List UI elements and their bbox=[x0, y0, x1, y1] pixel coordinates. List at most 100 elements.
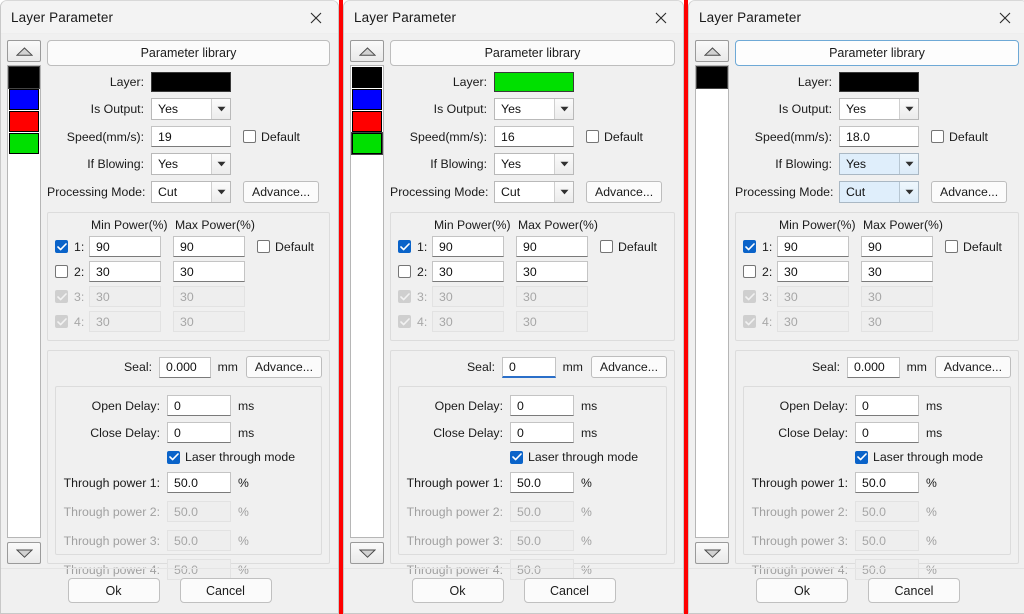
power-default-checkbox[interactable] bbox=[945, 240, 958, 253]
processing-mode-advance-button[interactable]: Advance... bbox=[243, 181, 320, 203]
min-power-input[interactable]: 90 bbox=[89, 236, 161, 257]
max-power-input[interactable]: 30 bbox=[861, 261, 933, 282]
chevron-down-icon[interactable] bbox=[554, 154, 573, 174]
max-power-input[interactable]: 30 bbox=[173, 261, 245, 282]
min-power-input[interactable]: 30 bbox=[432, 261, 504, 282]
processing-mode-select[interactable]: Cut bbox=[494, 181, 574, 203]
chevron-down-icon[interactable] bbox=[211, 154, 230, 174]
power-default-checkbox-wrap[interactable]: Default bbox=[945, 240, 1002, 254]
scroll-down-arrow-icon[interactable] bbox=[350, 542, 384, 564]
laser-through-checkbox-wrap[interactable]: Laser through mode bbox=[855, 450, 983, 464]
power-default-checkbox-wrap[interactable]: Default bbox=[257, 240, 314, 254]
close-delay-input[interactable]: 0 bbox=[167, 422, 231, 443]
power-row-checkbox[interactable] bbox=[743, 240, 756, 253]
if-blowing-select[interactable]: Yes bbox=[151, 153, 231, 175]
layer-color-swatch[interactable] bbox=[352, 89, 382, 110]
layer-color-preview[interactable] bbox=[494, 72, 574, 92]
layer-color-preview[interactable] bbox=[839, 72, 919, 92]
layer-color-swatch[interactable] bbox=[352, 111, 382, 132]
seal-advance-button[interactable]: Advance... bbox=[245, 356, 322, 378]
processing-mode-advance-button[interactable]: Advance... bbox=[931, 181, 1008, 203]
speed-default-checkbox-wrap[interactable]: Default bbox=[586, 130, 643, 144]
power-row-checkbox[interactable] bbox=[398, 240, 411, 253]
chevron-down-icon[interactable] bbox=[899, 154, 918, 174]
seal-input[interactable]: 0.000 bbox=[847, 356, 900, 378]
seal-input[interactable]: 0.000 bbox=[159, 356, 211, 378]
open-delay-input[interactable]: 0 bbox=[510, 395, 574, 416]
speed-default-checkbox-wrap[interactable]: Default bbox=[243, 130, 300, 144]
chevron-down-icon[interactable] bbox=[211, 99, 230, 119]
layer-color-swatch[interactable] bbox=[351, 132, 383, 155]
laser-through-checkbox[interactable] bbox=[510, 450, 523, 464]
ok-button[interactable]: Ok bbox=[411, 578, 504, 603]
processing-mode-advance-button[interactable]: Advance... bbox=[586, 181, 663, 203]
cancel-button[interactable]: Cancel bbox=[523, 578, 616, 603]
power-row-checkbox[interactable] bbox=[743, 265, 756, 278]
min-power-input[interactable]: 30 bbox=[89, 261, 161, 282]
layer-color-swatch[interactable] bbox=[352, 67, 382, 88]
parameter-library-button[interactable]: Parameter library bbox=[390, 40, 675, 66]
laser-through-checkbox-wrap[interactable]: Laser through mode bbox=[510, 450, 638, 464]
max-power-input[interactable]: 90 bbox=[173, 236, 245, 257]
max-power-input[interactable]: 90 bbox=[861, 236, 933, 257]
if-blowing-select[interactable]: Yes bbox=[839, 153, 919, 175]
speed-input[interactable]: 16 bbox=[494, 126, 574, 147]
layer-color-list[interactable] bbox=[350, 65, 384, 538]
speed-input[interactable]: 18.0 bbox=[839, 126, 919, 147]
seal-advance-button[interactable]: Advance... bbox=[934, 356, 1011, 378]
if-blowing-select[interactable]: Yes bbox=[494, 153, 574, 175]
ok-button[interactable]: Ok bbox=[756, 578, 848, 603]
parameter-library-button[interactable]: Parameter library bbox=[47, 40, 330, 66]
is-output-select[interactable]: Yes bbox=[839, 98, 919, 120]
max-power-input[interactable]: 30 bbox=[516, 261, 588, 282]
speed-default-checkbox[interactable] bbox=[243, 130, 256, 143]
layer-color-preview[interactable] bbox=[151, 72, 231, 92]
min-power-input[interactable]: 90 bbox=[432, 236, 504, 257]
layer-color-swatch[interactable] bbox=[9, 111, 39, 132]
scroll-down-arrow-icon[interactable] bbox=[7, 542, 41, 564]
close-delay-input[interactable]: 0 bbox=[510, 422, 574, 443]
power-default-checkbox-wrap[interactable]: Default bbox=[600, 240, 657, 254]
close-icon[interactable] bbox=[639, 1, 683, 34]
cancel-button[interactable]: Cancel bbox=[179, 578, 272, 603]
seal-advance-button[interactable]: Advance... bbox=[590, 356, 667, 378]
layer-color-swatch[interactable] bbox=[9, 89, 39, 110]
laser-through-checkbox-wrap[interactable]: Laser through mode bbox=[167, 450, 295, 464]
chevron-down-icon[interactable] bbox=[899, 99, 918, 119]
layer-color-swatch[interactable] bbox=[8, 66, 40, 89]
scroll-down-arrow-icon[interactable] bbox=[695, 542, 729, 564]
power-default-checkbox[interactable] bbox=[257, 240, 270, 253]
chevron-down-icon[interactable] bbox=[899, 182, 918, 202]
layer-color-swatch[interactable] bbox=[696, 66, 728, 89]
processing-mode-select[interactable]: Cut bbox=[151, 181, 231, 203]
is-output-select[interactable]: Yes bbox=[151, 98, 231, 120]
chevron-down-icon[interactable] bbox=[211, 182, 230, 202]
scroll-up-arrow-icon[interactable] bbox=[350, 40, 384, 62]
processing-mode-select[interactable]: Cut bbox=[839, 181, 919, 203]
seal-input[interactable]: 0 bbox=[502, 356, 556, 378]
open-delay-input[interactable]: 0 bbox=[855, 395, 919, 416]
close-icon[interactable] bbox=[294, 1, 338, 34]
power-row-checkbox[interactable] bbox=[398, 265, 411, 278]
close-icon[interactable] bbox=[983, 1, 1024, 34]
min-power-input[interactable]: 90 bbox=[777, 236, 849, 257]
close-delay-input[interactable]: 0 bbox=[855, 422, 919, 443]
laser-through-checkbox[interactable] bbox=[167, 450, 180, 464]
speed-input[interactable]: 19 bbox=[151, 126, 231, 147]
chevron-down-icon[interactable] bbox=[554, 182, 573, 202]
through-power-input[interactable]: 50.0 bbox=[167, 472, 231, 493]
laser-through-checkbox[interactable] bbox=[855, 450, 868, 464]
chevron-down-icon[interactable] bbox=[554, 99, 573, 119]
speed-default-checkbox[interactable] bbox=[931, 130, 944, 143]
through-power-input[interactable]: 50.0 bbox=[855, 472, 919, 493]
layer-color-swatch[interactable] bbox=[9, 133, 39, 154]
scroll-up-arrow-icon[interactable] bbox=[7, 40, 41, 62]
power-row-checkbox[interactable] bbox=[55, 240, 68, 253]
layer-color-list[interactable] bbox=[695, 65, 729, 538]
cancel-button[interactable]: Cancel bbox=[868, 578, 960, 603]
open-delay-input[interactable]: 0 bbox=[167, 395, 231, 416]
is-output-select[interactable]: Yes bbox=[494, 98, 574, 120]
parameter-library-button[interactable]: Parameter library bbox=[735, 40, 1019, 66]
power-row-checkbox[interactable] bbox=[55, 265, 68, 278]
layer-color-list[interactable] bbox=[7, 65, 41, 538]
